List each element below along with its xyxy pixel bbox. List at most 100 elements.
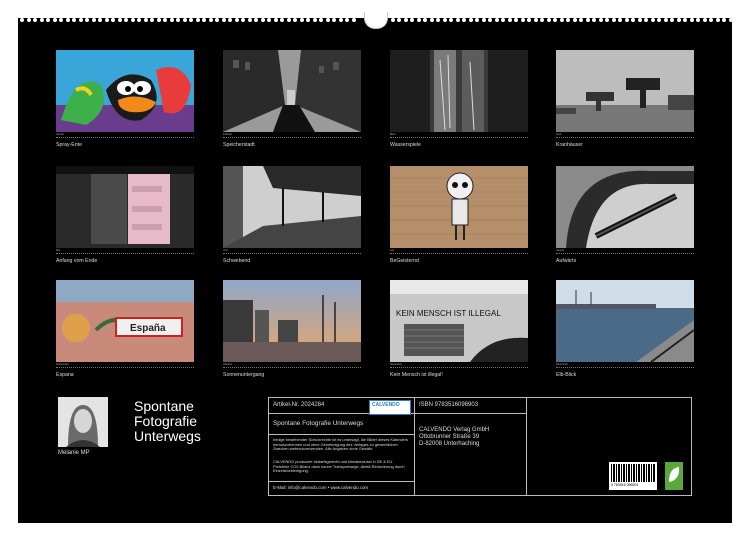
month-cell-3[interactable]: März Wasserspiele — [390, 50, 528, 150]
photo-kein-mensch: KEIN MENSCH IST ILLEGAL — [390, 280, 528, 362]
binding-hole — [449, 18, 453, 22]
legal-notice: Infolge bestehender Schutzrechte ist es … — [273, 437, 408, 452]
binding-hole — [618, 18, 622, 22]
binding-hole — [429, 18, 434, 22]
binding-hole — [410, 18, 414, 22]
barcode-digits: 9 783516 096903 — [611, 483, 639, 487]
calvendo-logo-text: CALVENDO — [372, 402, 400, 408]
binding-hole — [436, 18, 440, 22]
binding-hole — [423, 18, 427, 22]
photo-caption: Elb-Blick — [556, 372, 577, 378]
binding-hole — [702, 18, 707, 22]
binding-hole — [572, 18, 577, 22]
photo-caption: Anfang vom Ende — [56, 258, 98, 264]
graffiti-text: KEIN MENSCH IST ILLEGAL — [396, 309, 501, 318]
photo-caption: Schwebend — [223, 258, 251, 264]
month-cell-1[interactable]: Januar Spray-Ente — [56, 50, 194, 150]
binding-hole — [150, 18, 154, 22]
binding-hole — [46, 18, 50, 22]
month-calendar-strip: September — [56, 363, 194, 371]
photo-caption: Kranhäuser — [556, 142, 583, 148]
binding-hole — [416, 18, 421, 22]
binding-hole — [566, 18, 570, 22]
binding-hole — [20, 18, 24, 22]
binding-hole — [611, 18, 616, 22]
binding-hole — [85, 18, 89, 22]
isbn: ISBN 9783516096903 — [419, 402, 479, 408]
month-cell-6[interactable]: Juni Schwebend — [223, 166, 361, 266]
binding-hole — [533, 18, 538, 22]
binding-hole — [462, 18, 466, 22]
binding-hole — [332, 18, 336, 22]
binding-hole — [273, 18, 278, 22]
binding-hole — [39, 18, 44, 22]
calvendo-logo: CALVENDO — [369, 400, 411, 415]
month-label: Dezember — [556, 363, 568, 366]
binding-hole — [130, 18, 135, 22]
month-cell-12[interactable]: Dezember Elb-Blick — [556, 280, 694, 380]
binding-hole — [163, 18, 167, 22]
binding-hole — [676, 18, 681, 22]
photo-speicherstadt — [223, 50, 361, 132]
month-label: Mai — [56, 249, 61, 252]
month-cell-11[interactable]: KEIN MENSCH IST ILLEGAL November Kein Me… — [390, 280, 528, 380]
cover-title: Spontane Fotografie Unterwegs — [134, 399, 201, 444]
binding-hole — [663, 18, 668, 22]
binding-hole — [507, 18, 512, 22]
photo-schwebend — [223, 166, 361, 248]
binding-hole — [176, 18, 180, 22]
publisher-name: CALVENDO Verlag GmbH — [419, 427, 490, 433]
binding-hole — [728, 18, 733, 22]
binding-hole — [267, 18, 271, 22]
binding-hole — [156, 18, 161, 22]
binding-hole — [104, 18, 109, 22]
month-calendar-strip: Juni — [223, 249, 361, 257]
binding-hole — [202, 18, 206, 22]
binding-hole — [26, 18, 31, 22]
binding-hole — [319, 18, 323, 22]
author-portrait — [58, 397, 108, 447]
binding-hole — [650, 18, 655, 22]
photo-sonnenuntergang — [223, 280, 361, 362]
binding-hole — [696, 18, 700, 22]
month-label: Juni — [223, 249, 228, 252]
month-calendar-strip: Januar — [56, 133, 194, 141]
binding-hole — [715, 18, 720, 22]
photo-caption: Wasserspiele — [390, 142, 421, 148]
month-calendar-strip: März — [390, 133, 528, 141]
binding-hole — [280, 18, 284, 22]
month-cell-5[interactable]: Mai Anfang vom Ende — [56, 166, 194, 266]
month-label: März — [390, 133, 396, 136]
binding-hole — [299, 18, 304, 22]
month-calendar-strip: Februar — [223, 133, 361, 141]
binding-hole — [241, 18, 245, 22]
binding-hole — [455, 18, 460, 22]
photo-aufwaerts — [556, 166, 694, 248]
month-calendar-strip: November — [390, 363, 528, 371]
month-calendar-strip: Oktober — [223, 363, 361, 371]
month-cell-4[interactable]: April Kranhäuser — [556, 50, 694, 150]
month-calendar-strip: Dezember — [556, 363, 694, 371]
photo-caption: Kein Mensch ist illegal! — [390, 372, 443, 378]
binding-hole — [592, 18, 596, 22]
eco-leaf-icon — [665, 462, 683, 490]
binding-hole — [325, 18, 330, 22]
binding-hole — [345, 18, 349, 22]
binding-hole — [247, 18, 252, 22]
month-cell-9[interactable]: España September Espana — [56, 280, 194, 380]
month-label: August — [556, 249, 565, 252]
article-number: Artikel-Nr. 2024284 — [273, 402, 325, 408]
month-label: Januar — [56, 133, 64, 136]
month-cell-2[interactable]: Februar Speicherstadt — [223, 50, 361, 150]
month-cell-10[interactable]: Oktober Sonnenuntergang — [223, 280, 361, 380]
title-line-3: Unterwegs — [134, 428, 201, 444]
binding-hole — [195, 18, 200, 22]
photo-caption: Aufwärts — [556, 258, 577, 264]
photo-caption: BeGeisternd — [390, 258, 419, 264]
isbn-barcode: 9 783516 096903 — [609, 462, 657, 490]
binding-hole — [182, 18, 187, 22]
month-cell-8[interactable]: August Aufwärts — [556, 166, 694, 266]
month-cell-7[interactable]: Juli BeGeisternd — [390, 166, 528, 266]
binding-hole — [501, 18, 505, 22]
contact-email[interactable]: E-Mail: info@calvendo.com • www.calvendo… — [273, 485, 368, 490]
